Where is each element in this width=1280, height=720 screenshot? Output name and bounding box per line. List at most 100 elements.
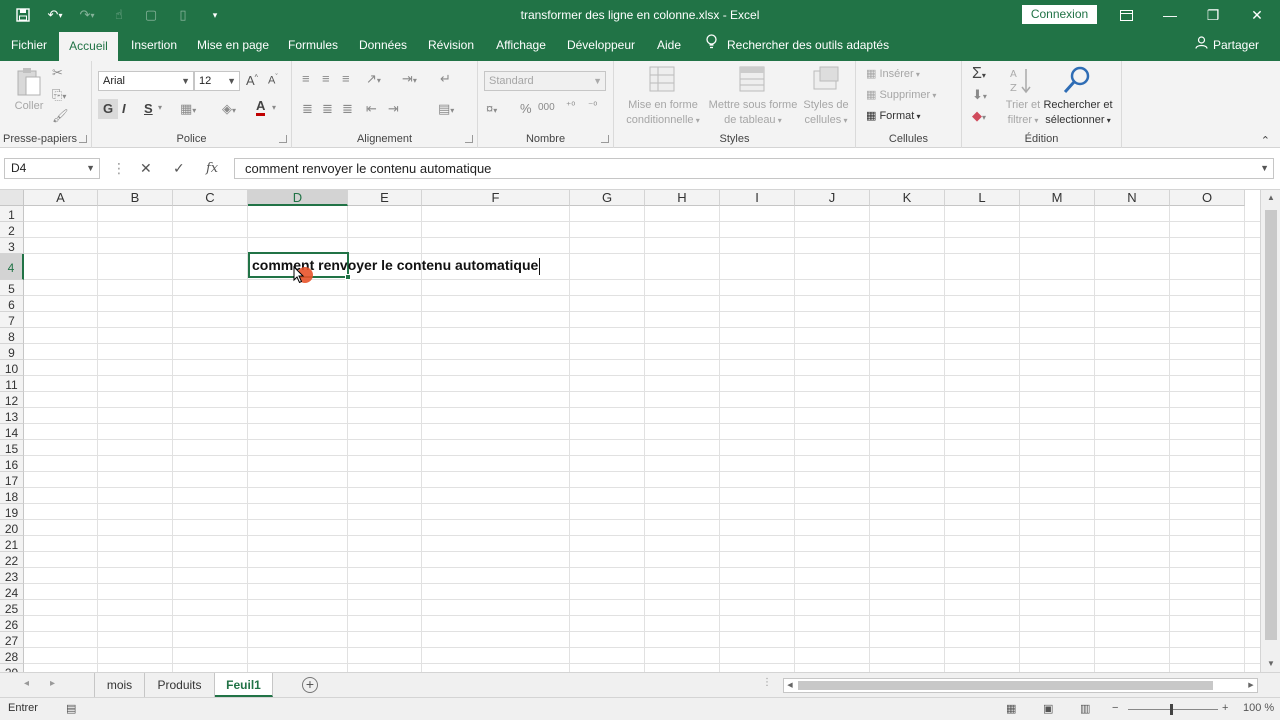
minimize-icon[interactable]: — xyxy=(1150,0,1190,30)
autosum-icon[interactable]: Σ▾ xyxy=(972,65,986,83)
tab-mise-en-page[interactable]: Mise en page xyxy=(192,30,274,61)
column-header-a[interactable]: A xyxy=(24,190,98,206)
row-header-19[interactable]: 19 xyxy=(0,504,24,520)
row-header-6[interactable]: 6 xyxy=(0,296,24,312)
row-header-20[interactable]: 20 xyxy=(0,520,24,536)
font-launcher-icon[interactable] xyxy=(279,135,287,143)
format-painter-icon[interactable]: 🖌 xyxy=(52,108,69,124)
insert-cells-button[interactable]: ▦ Insérer ▾ xyxy=(866,67,920,82)
page-layout-view-icon[interactable]: ▣ xyxy=(1043,702,1053,715)
column-header-j[interactable]: J xyxy=(795,190,870,206)
copy-icon[interactable]: ⎘▾ xyxy=(52,87,66,103)
row-header-25[interactable]: 25 xyxy=(0,600,24,616)
scroll-up-icon[interactable]: ▲ xyxy=(1261,190,1280,206)
wrap-text-icon[interactable]: ↵ xyxy=(440,71,451,87)
format-cells-button[interactable]: ▦ Format ▾ xyxy=(866,109,921,124)
row-header-12[interactable]: 12 xyxy=(0,392,24,408)
row-header-18[interactable]: 18 xyxy=(0,488,24,504)
close-icon[interactable]: ✕ xyxy=(1237,0,1277,30)
cut-icon[interactable]: ✂ xyxy=(52,65,63,81)
row-header-24[interactable]: 24 xyxy=(0,584,24,600)
row-header-14[interactable]: 14 xyxy=(0,424,24,440)
column-header-c[interactable]: C xyxy=(173,190,248,206)
row-header-22[interactable]: 22 xyxy=(0,552,24,568)
orientation-icon[interactable]: ↗▾ xyxy=(366,71,381,87)
prev-sheet-icon[interactable]: ◂ xyxy=(24,678,29,689)
row-header-1[interactable]: 1 xyxy=(0,206,24,222)
font-size-combo[interactable]: 12 ▼ xyxy=(194,71,240,91)
scroll-right-icon[interactable]: ▶ xyxy=(1245,679,1257,692)
select-all-button[interactable] xyxy=(0,190,24,206)
tab-insertion[interactable]: Insertion xyxy=(124,30,184,61)
borders-icon[interactable]: ▦▾ xyxy=(180,101,196,117)
row-header-9[interactable]: 9 xyxy=(0,344,24,360)
share-button[interactable]: Partager xyxy=(1195,30,1259,61)
column-header-b[interactable]: B xyxy=(98,190,173,206)
align-left-icon[interactable]: ≣ xyxy=(302,101,313,117)
row-header-8[interactable]: 8 xyxy=(0,328,24,344)
row-header-3[interactable]: 3 xyxy=(0,238,24,254)
number-launcher-icon[interactable] xyxy=(601,135,609,143)
normal-view-icon[interactable]: ▦ xyxy=(1006,702,1016,715)
column-header-o[interactable]: O xyxy=(1170,190,1245,206)
decrease-indent-icon[interactable]: ⇤ xyxy=(366,101,377,117)
column-header-f[interactable]: F xyxy=(422,190,570,206)
delete-cells-button[interactable]: ▦ Supprimer ▾ xyxy=(866,88,936,103)
row-header-28[interactable]: 28 xyxy=(0,648,24,664)
tab-donnees[interactable]: Données xyxy=(352,30,414,61)
row-header-4[interactable]: 4 xyxy=(0,254,24,280)
macro-record-icon[interactable]: ▤ xyxy=(66,702,76,715)
font-color-dropdown-icon[interactable]: ▾ xyxy=(272,103,276,112)
grow-font-icon[interactable]: A^ xyxy=(246,73,258,88)
font-color-button[interactable]: A xyxy=(256,99,266,116)
italic-button[interactable]: I xyxy=(122,101,126,116)
scroll-down-icon[interactable]: ▼ xyxy=(1261,656,1280,672)
vertical-scrollbar[interactable]: ▲ ▼ xyxy=(1260,190,1280,672)
tell-me-search[interactable]: Rechercher des outils adaptés xyxy=(706,30,889,61)
find-select-button[interactable]: Rechercher et sélectionner ▾ xyxy=(1040,98,1116,128)
sort-filter-button[interactable]: Trier et filtrer ▾ xyxy=(1002,98,1044,128)
paste-label[interactable]: Coller xyxy=(6,99,52,114)
zoom-out-icon[interactable]: − xyxy=(1112,702,1118,714)
sheet-tab-feuil1[interactable]: Feuil1 xyxy=(215,673,273,697)
horizontal-scroll-thumb[interactable] xyxy=(798,681,1213,690)
currency-icon[interactable]: ¤▾ xyxy=(486,101,497,116)
row-header-29[interactable]: 29 xyxy=(0,664,24,672)
align-bottom-icon[interactable]: ≡ xyxy=(342,71,350,86)
cancel-entry-icon[interactable]: ✕ xyxy=(140,158,152,179)
new-sheet-icon[interactable]: + xyxy=(302,677,318,693)
row-header-10[interactable]: 10 xyxy=(0,360,24,376)
cell-styles-icon[interactable] xyxy=(812,65,842,98)
collapse-ribbon-icon[interactable]: ⌃ xyxy=(1261,134,1270,147)
restore-icon[interactable]: ❐ xyxy=(1193,0,1233,30)
underline-button[interactable]: S xyxy=(144,101,153,116)
zoom-in-icon[interactable]: + xyxy=(1222,702,1228,714)
zoom-slider-knob[interactable] xyxy=(1170,704,1173,715)
fill-icon[interactable]: ⬇▾ xyxy=(972,87,987,103)
worksheet-grid[interactable]: ABCDEFGHIJKLMNO 1 2 3 4 5 6 7 8 9 10 11 12 13 14 15 16 1… xyxy=(0,190,1260,672)
decrease-decimal-icon[interactable]: ⁻⁰ xyxy=(588,101,597,112)
column-header-l[interactable]: L xyxy=(945,190,1020,206)
row-header-5[interactable]: 5 xyxy=(0,280,24,296)
column-header-m[interactable]: M xyxy=(1020,190,1095,206)
merge-center-icon[interactable]: ▤▾ xyxy=(438,101,454,117)
cell-styles-button[interactable]: Styles de cellules ▾ xyxy=(800,98,852,128)
underline-dropdown-icon[interactable]: ▾ xyxy=(158,103,162,112)
bold-button[interactable]: G xyxy=(98,99,118,119)
tab-fichier[interactable]: Fichier xyxy=(4,30,54,61)
align-center-icon[interactable]: ≣ xyxy=(322,101,333,117)
tab-aide[interactable]: Aide xyxy=(648,30,690,61)
increase-indent-icon[interactable]: ⇥ xyxy=(388,101,399,117)
tab-formules[interactable]: Formules xyxy=(282,30,344,61)
shrink-font-icon[interactable]: Aˇ xyxy=(268,74,278,87)
tab-revision[interactable]: Révision xyxy=(422,30,480,61)
row-header-13[interactable]: 13 xyxy=(0,408,24,424)
next-sheet-icon[interactable]: ▸ xyxy=(50,678,55,689)
row-header-27[interactable]: 27 xyxy=(0,632,24,648)
horizontal-scrollbar[interactable]: ◀ ▶ xyxy=(783,678,1258,693)
number-format-combo[interactable]: Standard ▼ xyxy=(484,71,606,91)
formula-input[interactable]: comment renvoyer le contenu automatique ▼ xyxy=(234,158,1274,179)
row-header-17[interactable]: 17 xyxy=(0,472,24,488)
indent-icon[interactable]: ⇥▾ xyxy=(402,71,417,87)
zoom-level[interactable]: 100 % xyxy=(1243,702,1274,714)
